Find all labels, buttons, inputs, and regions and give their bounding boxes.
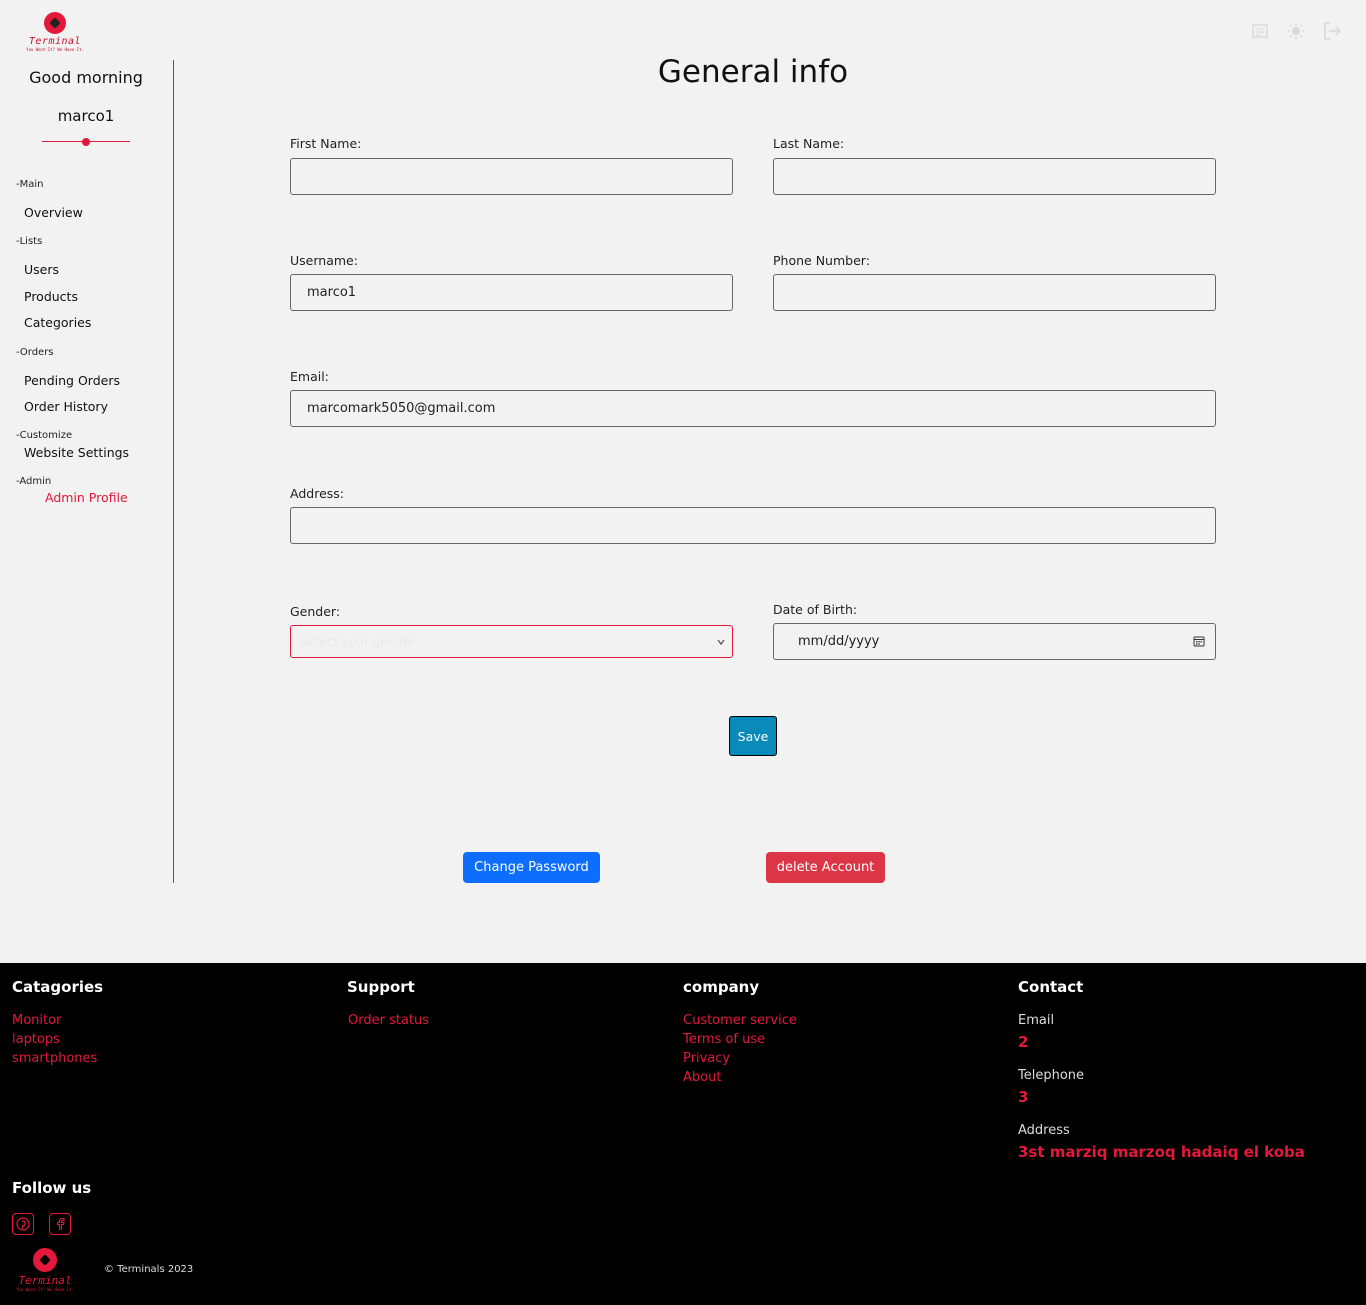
- sidebar-item-admin-profile[interactable]: Admin Profile: [45, 490, 128, 505]
- username-label: Username:: [290, 253, 358, 268]
- footer-link-laptops[interactable]: laptops: [12, 1032, 60, 1047]
- facebook-icon[interactable]: [49, 1213, 71, 1235]
- footer-link-smartphones[interactable]: smartphones: [12, 1051, 97, 1066]
- last-name-label: Last Name:: [773, 136, 845, 151]
- delete-account-button[interactable]: delete Account: [766, 852, 885, 883]
- top-toolbar: [1250, 20, 1342, 42]
- save-button[interactable]: Save: [729, 716, 777, 756]
- section-main: -Main: [16, 179, 44, 190]
- section-admin: -Admin: [16, 476, 52, 487]
- section-orders: -Orders: [16, 347, 54, 358]
- copyright: © Terminals 2023: [104, 1264, 194, 1275]
- footer-support-heading: Support: [347, 978, 415, 996]
- footer-link-about[interactable]: About: [683, 1070, 721, 1085]
- dob-field[interactable]: mm/dd/yyyy: [773, 623, 1216, 660]
- sidebar-item-order-history[interactable]: Order History: [24, 399, 108, 414]
- sidebar-item-products[interactable]: Products: [24, 289, 78, 304]
- address-field[interactable]: [290, 507, 1216, 544]
- footer-brand-name: Terminal: [18, 1274, 72, 1287]
- email-field[interactable]: marcomark5050@gmail.com: [290, 390, 1216, 427]
- footer-categories-heading: Catagories: [12, 978, 104, 996]
- contact-address-value: 3st marziq marzoq hadaiq el koba: [1018, 1143, 1305, 1161]
- brand-tagline: You Want It? We Have It.: [26, 47, 84, 52]
- dob-placeholder: mm/dd/yyyy: [798, 634, 880, 649]
- footer-logo-mark: [33, 1248, 57, 1272]
- sidebar-item-users[interactable]: Users: [24, 262, 59, 277]
- sidebar: Good morning marco1 -Main Overview -List…: [0, 60, 174, 883]
- logout-icon[interactable]: [1322, 20, 1342, 42]
- footer-logo[interactable]: Terminal You Want It? We Have It.: [12, 1248, 78, 1292]
- contact-email-value: 2: [1018, 1033, 1029, 1051]
- contact-email-label: Email: [1018, 1013, 1055, 1028]
- contact-telephone-label: Telephone: [1018, 1068, 1085, 1083]
- first-name-field[interactable]: [290, 158, 733, 195]
- logo-mark: [44, 12, 66, 34]
- brand-logo[interactable]: Terminal You Want It? We Have It.: [24, 12, 86, 52]
- sidebar-item-pending-orders[interactable]: Pending Orders: [24, 373, 120, 388]
- footer-contact-heading: Contact: [1018, 978, 1084, 996]
- divider-dot: [82, 138, 90, 146]
- settings-icon[interactable]: [1250, 20, 1270, 42]
- dob-label: Date of Birth:: [773, 602, 858, 617]
- change-password-button[interactable]: Change Password: [463, 852, 600, 883]
- brand-name: Terminal: [28, 36, 82, 47]
- pinterest-icon[interactable]: [12, 1213, 34, 1235]
- address-label: Address:: [290, 486, 344, 501]
- greeting: Good morning: [29, 68, 143, 87]
- page-title: General info: [657, 54, 849, 90]
- sidebar-item-categories[interactable]: Categories: [24, 315, 91, 330]
- sun-icon[interactable]: [1286, 20, 1306, 42]
- section-customize: -Customize: [16, 430, 73, 441]
- gender-placeholder: Select your gender: [301, 634, 416, 649]
- phone-label: Phone Number:: [773, 253, 870, 268]
- footer-link-monitor[interactable]: Monitor: [12, 1013, 61, 1028]
- footer-link-privacy[interactable]: Privacy: [683, 1051, 730, 1066]
- last-name-field[interactable]: [773, 158, 1216, 195]
- sidebar-item-website-settings[interactable]: Website Settings: [24, 445, 129, 460]
- username-field[interactable]: marco1: [290, 274, 733, 311]
- follow-us-heading: Follow us: [12, 1179, 92, 1197]
- section-lists: -Lists: [16, 236, 43, 247]
- sidebar-username: marco1: [57, 107, 115, 125]
- sidebar-item-overview[interactable]: Overview: [24, 205, 83, 220]
- email-label: Email:: [290, 369, 329, 384]
- footer-brand-tagline: You Want It? We Have It.: [16, 1287, 74, 1292]
- footer-link-customer-service[interactable]: Customer service: [683, 1013, 797, 1028]
- footer-link-terms[interactable]: Terms of use: [683, 1032, 765, 1047]
- footer: Catagories Monitor laptops smartphones S…: [0, 963, 1366, 1305]
- footer-company-heading: company: [683, 978, 760, 996]
- first-name-label: First Name:: [290, 136, 362, 151]
- gender-label: Gender:: [290, 604, 341, 619]
- phone-field[interactable]: [773, 274, 1216, 311]
- footer-link-order-status[interactable]: Order status: [348, 1013, 429, 1028]
- calendar-icon[interactable]: [1193, 635, 1205, 651]
- chevron-down-icon: [716, 636, 726, 650]
- contact-address-label: Address: [1018, 1123, 1070, 1138]
- gender-select[interactable]: Select your gender: [290, 625, 733, 658]
- contact-telephone-value: 3: [1018, 1088, 1029, 1106]
